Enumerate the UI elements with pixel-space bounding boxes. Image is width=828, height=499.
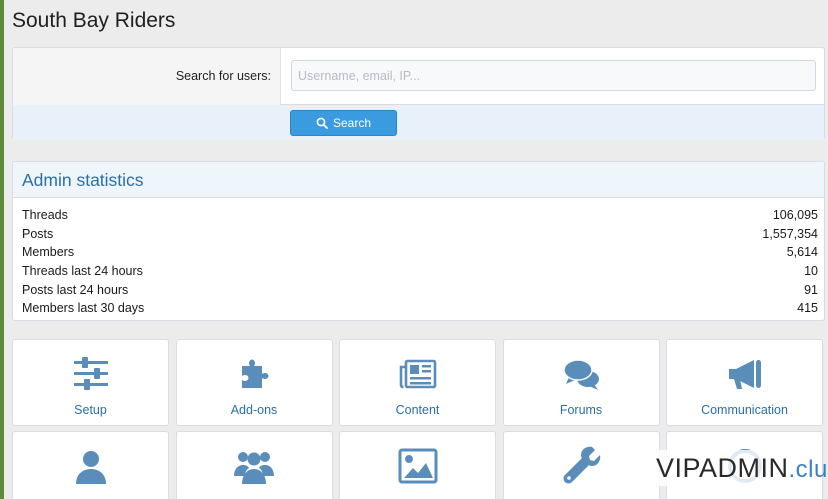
stats-label: Posts [22, 226, 54, 241]
stats-row: Members last 30 days 415 [22, 299, 818, 318]
tile-users[interactable] [12, 431, 169, 499]
stats-title: Admin statistics [22, 170, 144, 190]
tile-label: Setup [74, 403, 107, 417]
watermark: VIPADMIN.club [652, 450, 828, 486]
tile-groups[interactable] [175, 431, 333, 499]
search-row: Search for users: [13, 48, 824, 105]
tile-label: Add-ons [230, 403, 278, 417]
stats-label: Members last 30 days [22, 301, 145, 316]
stats-value: 5,614 [786, 245, 818, 260]
tile-setup[interactable]: Setup [12, 339, 169, 426]
search-button[interactable]: Search [290, 110, 397, 136]
chat-bubbles-icon [563, 359, 599, 390]
search-button-label: Search [332, 116, 372, 130]
stats-row: Posts last 24 hours 91 [22, 281, 818, 300]
megaphone-icon [728, 360, 761, 389]
stats-list: Threads 106,095 Posts 1,557,354 Members … [13, 198, 824, 318]
user-icon [75, 451, 106, 484]
image-icon [398, 448, 437, 484]
tile-communication[interactable]: Communication [666, 339, 823, 426]
tile-add-ons[interactable]: Add-ons [175, 339, 333, 426]
tile-tools[interactable] [502, 431, 660, 499]
search-label: Search for users: [175, 69, 271, 83]
stats-value: 106,095 [772, 208, 818, 222]
stats-value: 415 [797, 301, 818, 316]
newspaper-icon [399, 359, 436, 389]
watermark-sub: .club [788, 456, 828, 483]
tile-content[interactable]: Content [339, 339, 496, 426]
stats-row: Threads last 24 hours 10 [22, 262, 818, 281]
tile-forums[interactable]: Forums [502, 339, 660, 426]
stats-value: 91 [804, 282, 818, 297]
stats-label: Posts last 24 hours [22, 282, 129, 297]
site-title: South Bay Riders [12, 9, 176, 32]
stats-label: Threads [22, 208, 68, 222]
search-label-cell: Search for users: [13, 48, 281, 105]
stats-header: Admin statistics [13, 162, 824, 198]
search-icon [316, 117, 328, 129]
stats-label: Members [22, 245, 75, 260]
puzzle-icon [242, 359, 269, 388]
user-search-input[interactable] [291, 60, 816, 91]
watermark-main: VIPADMIN [656, 453, 789, 483]
users-group-icon [234, 452, 274, 484]
stats-label: Threads last 24 hours [22, 264, 143, 279]
stats-row: Posts 1,557,354 [22, 225, 818, 244]
user-search-panel: Search for users: Search [12, 47, 825, 140]
stats-row: Threads 106,095 [22, 206, 818, 225]
stats-row: Members 5,614 [22, 243, 818, 262]
admin-page: South Bay Riders Search for users: Searc… [4, 0, 828, 499]
search-actions: Search [13, 105, 824, 140]
wrench-icon [563, 446, 601, 484]
stats-value: 10 [804, 264, 818, 279]
sliders-icon [73, 357, 108, 390]
admin-statistics-panel: Admin statistics Threads 106,095 Posts 1… [12, 161, 825, 321]
tile-label: Communication [701, 403, 788, 417]
tile-appearance[interactable] [339, 431, 496, 499]
stats-value: 1,557,354 [762, 226, 818, 241]
tile-label: Forums [559, 403, 603, 417]
tile-label: Content [395, 403, 440, 417]
